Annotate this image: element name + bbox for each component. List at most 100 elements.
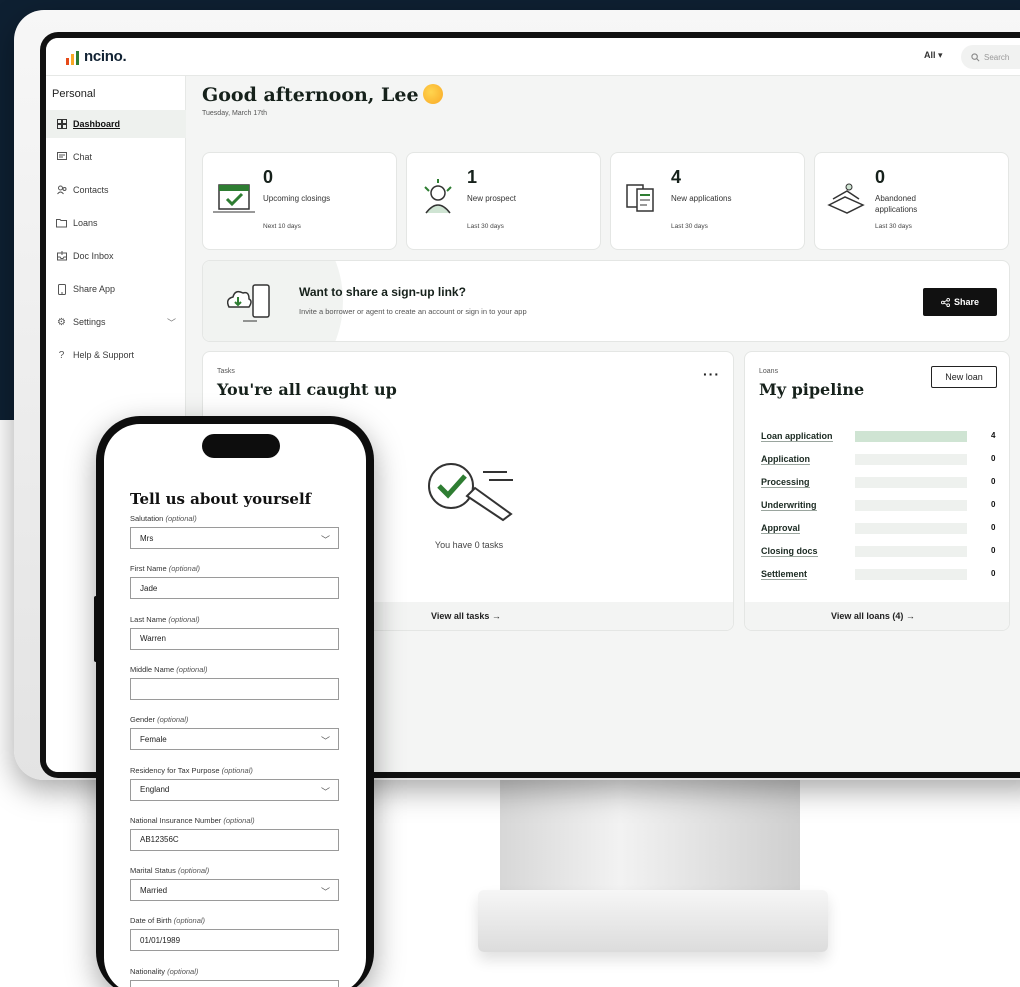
new-loan-button[interactable]: New loan: [931, 366, 997, 388]
sidebar-item-help-support[interactable]: ? Help & Support: [46, 341, 186, 369]
sidebar-item-dashboard[interactable]: Dashboard: [46, 110, 186, 138]
form-field-value: Female: [140, 734, 167, 744]
share-link-card: Want to share a sign-up link? Invite a b…: [202, 260, 1010, 342]
more-options-icon[interactable]: ···: [703, 366, 720, 382]
pipeline-row[interactable]: Application 0: [761, 451, 1001, 469]
pipeline-row[interactable]: Approval 0: [761, 520, 1001, 538]
search-input[interactable]: Search: [961, 45, 1020, 69]
abandoned-pile-icon: [827, 183, 865, 214]
sidebar-item-contacts[interactable]: Contacts: [46, 176, 186, 204]
optional-hint: (optional): [168, 564, 201, 574]
cloud-phone-icon: [226, 284, 270, 322]
pipeline-row[interactable]: Closing docs 0: [761, 543, 1001, 561]
sidebar-item-settings[interactable]: ⚙ Settings ﹀: [46, 308, 186, 336]
loans-kicker: Loans: [759, 368, 779, 375]
stat-label: New prospect: [467, 194, 516, 203]
sidebar-heading: Personal: [52, 88, 96, 100]
stat-card-new-prospect[interactable]: 1 New prospect Last 30 days: [406, 152, 601, 250]
stat-card-upcoming-closings[interactable]: 0 Upcoming closings Next 10 days: [202, 152, 397, 250]
sidebar-item-label: Share App: [73, 284, 116, 294]
tasks-title: You're all caught up: [217, 380, 397, 399]
sidebar-item-chat[interactable]: Chat: [46, 143, 186, 171]
pipeline-count: 0: [991, 546, 996, 555]
form-field-value: Jade: [140, 583, 158, 593]
inbox-icon: [56, 251, 67, 262]
contacts-icon: [56, 185, 67, 196]
pipeline-row[interactable]: Settlement 0: [761, 566, 1001, 584]
chevron-down-icon: ﹀: [320, 887, 330, 898]
pipeline-bar: [855, 431, 967, 442]
form-field-value: AB12356C: [140, 835, 179, 845]
pipeline-row[interactable]: Processing 0: [761, 474, 1001, 492]
pipeline-stage-label: Processing: [761, 477, 810, 488]
form-field-label: First Name (optional): [130, 564, 200, 573]
form-field-value: Mrs: [140, 533, 154, 543]
brand-logo[interactable]: ncino.: [66, 48, 127, 65]
optional-hint: (optional): [165, 514, 197, 523]
pipeline-count: 0: [991, 523, 996, 532]
view-all-loans-link[interactable]: View all loans (4) →: [831, 611, 915, 621]
form-input[interactable]: Warren: [130, 627, 339, 650]
page-title: Good afternoon, Lee: [202, 84, 443, 106]
form-input[interactable]: [130, 979, 339, 987]
brand-name: ncino.: [84, 48, 127, 65]
scope-filter-dropdown[interactable]: All ▾: [924, 50, 943, 61]
share-icon: [940, 297, 950, 307]
pipeline-row[interactable]: Underwriting 0: [761, 497, 1001, 515]
form-select[interactable]: Mrs ﹀: [130, 527, 339, 549]
optional-hint: (optional): [168, 614, 200, 624]
stat-period: Last 30 days: [671, 223, 708, 230]
form-field-value: Married: [140, 885, 168, 895]
form-field-label: Marital Status (optional): [130, 866, 209, 875]
phone-side-button: [370, 634, 374, 678]
share-button[interactable]: Share: [923, 288, 997, 316]
sidebar-item-share-app[interactable]: Share App: [46, 275, 186, 303]
form-field-label-text: Gender: [130, 715, 156, 725]
stat-value: 0: [875, 167, 886, 187]
form-field-label-text: Middle Name: [130, 664, 175, 674]
form-input[interactable]: [130, 677, 339, 700]
calendar-check-icon: [213, 184, 255, 213]
sidebar-item-label: Doc Inbox: [73, 251, 114, 261]
pipeline-bar: [855, 546, 967, 557]
form-select[interactable]: Married ﹀: [130, 879, 339, 902]
stat-card-abandoned-applications[interactable]: 0 Abandoned applications Last 30 days: [814, 152, 1009, 250]
form-field-label: Gender (optional): [130, 715, 188, 724]
sidebar-item-doc-inbox[interactable]: Doc Inbox: [46, 242, 186, 270]
search-icon: [971, 52, 980, 61]
phone-device: Tell us about yourself Salutation (optio…: [94, 416, 374, 987]
monitor-stand-neck: [500, 780, 800, 900]
sidebar-item-label: Loans: [73, 218, 98, 228]
form-field-label-text: Marital Status: [130, 866, 176, 876]
pipeline-stage-label: Application: [761, 454, 810, 465]
stat-period: Last 30 days: [467, 223, 504, 230]
optional-hint: (optional): [223, 815, 255, 825]
form-field-label-text: National Insurance Number: [130, 815, 222, 825]
form-field-label-text: Salutation: [130, 514, 164, 523]
phone-screen: Tell us about yourself Salutation (optio…: [104, 424, 366, 987]
sidebar-item-loans[interactable]: Loans: [46, 209, 186, 237]
pipeline-footer: View all loans (4) →: [745, 602, 1009, 630]
top-bar: ncino. All ▾ Search: [46, 38, 1020, 76]
pipeline-bar: [855, 523, 967, 534]
sidebar-item-label: Chat: [73, 152, 93, 162]
form-field-label: National Insurance Number (optional): [130, 816, 255, 825]
form-select[interactable]: Female ﹀: [130, 728, 339, 751]
form-input[interactable]: Jade: [130, 577, 339, 600]
folder-icon: [56, 218, 67, 229]
chevron-down-icon: ﹀: [166, 318, 176, 328]
pipeline-bar: [855, 477, 967, 488]
pipeline-card: Loans My pipeline New loan Loan applicat…: [744, 351, 1010, 631]
view-all-tasks-link[interactable]: View all tasks →: [431, 611, 501, 621]
form-input[interactable]: AB12356C: [130, 828, 339, 851]
pipeline-stage-label: Settlement: [761, 569, 808, 580]
pipeline-stage-label: Approval: [761, 523, 801, 534]
stat-card-new-applications[interactable]: 4 New applications Last 30 days: [610, 152, 805, 250]
stat-label: Upcoming closings: [263, 194, 331, 203]
waving-hand-icon: [422, 84, 443, 104]
greeting-date: Tuesday, March 17th: [202, 110, 267, 117]
stat-value: 0: [263, 167, 274, 187]
pipeline-row[interactable]: Loan application 4: [761, 428, 1001, 446]
form-select[interactable]: England ﹀: [130, 778, 339, 801]
form-input[interactable]: 01/01/1989: [130, 929, 339, 952]
